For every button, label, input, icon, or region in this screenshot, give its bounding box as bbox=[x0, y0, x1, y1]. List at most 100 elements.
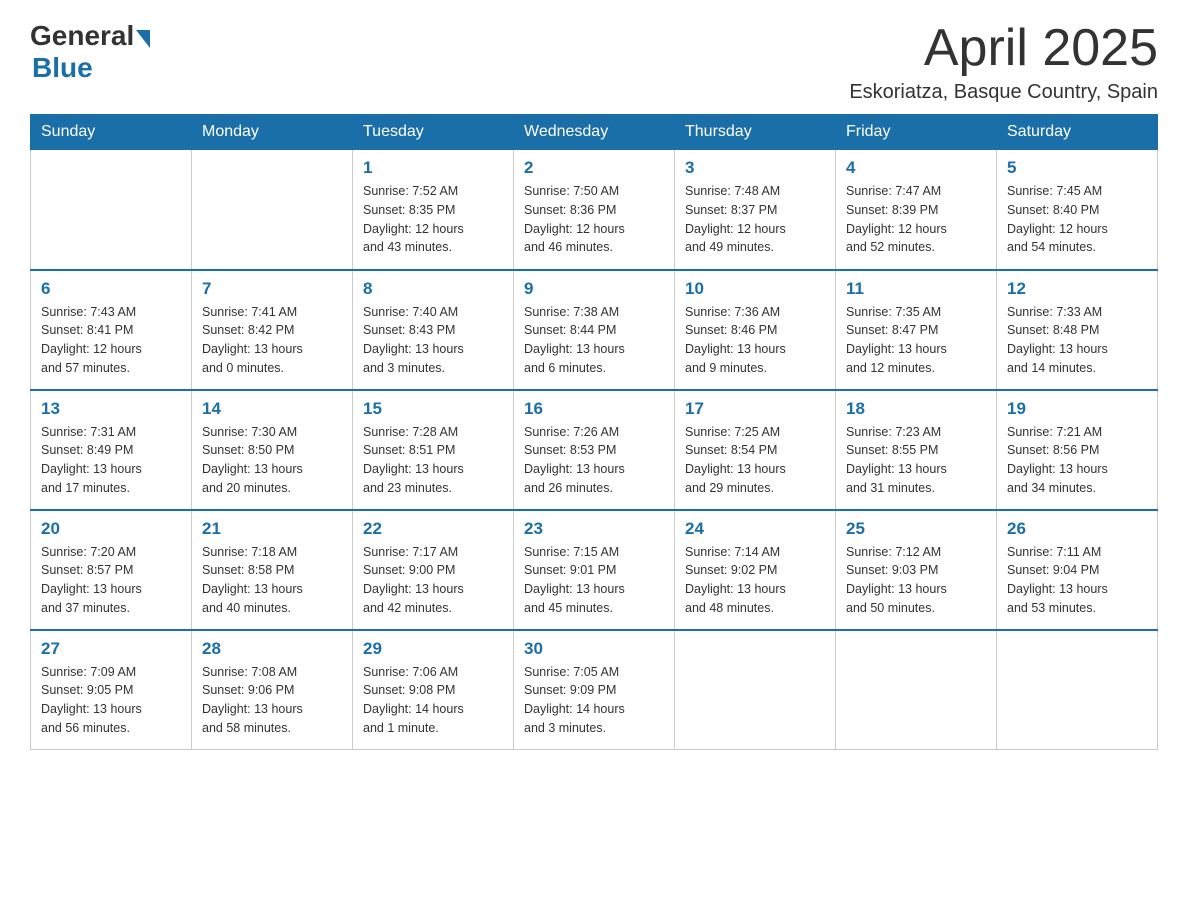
calendar-cell: 6 Sunrise: 7:43 AM Sunset: 8:41 PM Daylig… bbox=[31, 270, 192, 390]
day-number: 20 bbox=[41, 519, 181, 539]
day-number: 19 bbox=[1007, 399, 1147, 419]
day-info: Sunrise: 7:20 AM Sunset: 8:57 PM Dayligh… bbox=[41, 543, 181, 618]
weekday-header-saturday: Saturday bbox=[997, 115, 1158, 150]
calendar-cell: 13 Sunrise: 7:31 AM Sunset: 8:49 PM Dayli… bbox=[31, 390, 192, 510]
day-info: Sunrise: 7:36 AM Sunset: 8:46 PM Dayligh… bbox=[685, 303, 825, 378]
calendar-cell: 30Sunrise: 7:05 AM Sunset: 9:09 PM Dayli… bbox=[514, 630, 675, 750]
calendar-cell: 9 Sunrise: 7:38 AM Sunset: 8:44 PM Daylig… bbox=[514, 270, 675, 390]
calendar-cell: 3 Sunrise: 7:48 AM Sunset: 8:37 PM Daylig… bbox=[675, 150, 836, 270]
day-info: Sunrise: 7:31 AM Sunset: 8:49 PM Dayligh… bbox=[41, 423, 181, 498]
calendar-cell: 7 Sunrise: 7:41 AM Sunset: 8:42 PM Daylig… bbox=[192, 270, 353, 390]
day-number: 15 bbox=[363, 399, 503, 419]
day-info: Sunrise: 7:28 AM Sunset: 8:51 PM Dayligh… bbox=[363, 423, 503, 498]
day-number: 10 bbox=[685, 279, 825, 299]
weekday-header-row: SundayMondayTuesdayWednesdayThursdayFrid… bbox=[31, 115, 1158, 150]
day-number: 13 bbox=[41, 399, 181, 419]
day-info: Sunrise: 7:05 AM Sunset: 9:09 PM Dayligh… bbox=[524, 663, 664, 738]
weekday-header-sunday: Sunday bbox=[31, 115, 192, 150]
day-info: Sunrise: 7:25 AM Sunset: 8:54 PM Dayligh… bbox=[685, 423, 825, 498]
day-info: Sunrise: 7:08 AM Sunset: 9:06 PM Dayligh… bbox=[202, 663, 342, 738]
week-row-2: 6 Sunrise: 7:43 AM Sunset: 8:41 PM Daylig… bbox=[31, 270, 1158, 390]
logo-arrow-icon bbox=[136, 30, 150, 48]
calendar-table: SundayMondayTuesdayWednesdayThursdayFrid… bbox=[30, 114, 1158, 750]
day-number: 17 bbox=[685, 399, 825, 419]
calendar-cell bbox=[675, 630, 836, 750]
day-info: Sunrise: 7:11 AM Sunset: 9:04 PM Dayligh… bbox=[1007, 543, 1147, 618]
day-info: Sunrise: 7:06 AM Sunset: 9:08 PM Dayligh… bbox=[363, 663, 503, 738]
day-info: Sunrise: 7:12 AM Sunset: 9:03 PM Dayligh… bbox=[846, 543, 986, 618]
day-number: 22 bbox=[363, 519, 503, 539]
calendar-cell: 19 Sunrise: 7:21 AM Sunset: 8:56 PM Dayli… bbox=[997, 390, 1158, 510]
day-info: Sunrise: 7:09 AM Sunset: 9:05 PM Dayligh… bbox=[41, 663, 181, 738]
day-number: 29 bbox=[363, 639, 503, 659]
calendar-cell: 14 Sunrise: 7:30 AM Sunset: 8:50 PM Dayli… bbox=[192, 390, 353, 510]
calendar-cell: 16 Sunrise: 7:26 AM Sunset: 8:53 PM Dayli… bbox=[514, 390, 675, 510]
day-info: Sunrise: 7:30 AM Sunset: 8:50 PM Dayligh… bbox=[202, 423, 342, 498]
day-number: 18 bbox=[846, 399, 986, 419]
day-info: Sunrise: 7:43 AM Sunset: 8:41 PM Dayligh… bbox=[41, 303, 181, 378]
day-number: 9 bbox=[524, 279, 664, 299]
calendar-cell: 22 Sunrise: 7:17 AM Sunset: 9:00 PM Dayli… bbox=[353, 510, 514, 630]
weekday-header-monday: Monday bbox=[192, 115, 353, 150]
calendar-cell: 24Sunrise: 7:14 AM Sunset: 9:02 PM Dayli… bbox=[675, 510, 836, 630]
calendar-cell: 12 Sunrise: 7:33 AM Sunset: 8:48 PM Dayli… bbox=[997, 270, 1158, 390]
day-number: 3 bbox=[685, 158, 825, 178]
location-title: Eskoriatza, Basque Country, Spain bbox=[849, 81, 1158, 104]
calendar-cell: 15 Sunrise: 7:28 AM Sunset: 8:51 PM Dayli… bbox=[353, 390, 514, 510]
logo-general-text: General bbox=[30, 20, 134, 52]
calendar-cell: 18 Sunrise: 7:23 AM Sunset: 8:55 PM Dayli… bbox=[836, 390, 997, 510]
day-number: 1 bbox=[363, 158, 503, 178]
calendar-cell: 27Sunrise: 7:09 AM Sunset: 9:05 PM Dayli… bbox=[31, 630, 192, 750]
calendar-cell bbox=[31, 150, 192, 270]
day-number: 7 bbox=[202, 279, 342, 299]
month-title: April 2025 bbox=[849, 20, 1158, 77]
weekday-header-wednesday: Wednesday bbox=[514, 115, 675, 150]
calendar-cell: 23Sunrise: 7:15 AM Sunset: 9:01 PM Dayli… bbox=[514, 510, 675, 630]
calendar-cell bbox=[192, 150, 353, 270]
day-info: Sunrise: 7:52 AM Sunset: 8:35 PM Dayligh… bbox=[363, 182, 503, 257]
day-info: Sunrise: 7:33 AM Sunset: 8:48 PM Dayligh… bbox=[1007, 303, 1147, 378]
day-info: Sunrise: 7:18 AM Sunset: 8:58 PM Dayligh… bbox=[202, 543, 342, 618]
day-info: Sunrise: 7:26 AM Sunset: 8:53 PM Dayligh… bbox=[524, 423, 664, 498]
logo-blue-text: Blue bbox=[32, 52, 93, 84]
week-row-4: 20 Sunrise: 7:20 AM Sunset: 8:57 PM Dayli… bbox=[31, 510, 1158, 630]
day-info: Sunrise: 7:45 AM Sunset: 8:40 PM Dayligh… bbox=[1007, 182, 1147, 257]
day-info: Sunrise: 7:48 AM Sunset: 8:37 PM Dayligh… bbox=[685, 182, 825, 257]
day-number: 28 bbox=[202, 639, 342, 659]
day-info: Sunrise: 7:50 AM Sunset: 8:36 PM Dayligh… bbox=[524, 182, 664, 257]
week-row-1: 1 Sunrise: 7:52 AM Sunset: 8:35 PM Daylig… bbox=[31, 150, 1158, 270]
day-number: 25 bbox=[846, 519, 986, 539]
day-number: 6 bbox=[41, 279, 181, 299]
calendar-cell bbox=[836, 630, 997, 750]
weekday-header-friday: Friday bbox=[836, 115, 997, 150]
day-info: Sunrise: 7:41 AM Sunset: 8:42 PM Dayligh… bbox=[202, 303, 342, 378]
day-number: 21 bbox=[202, 519, 342, 539]
calendar-cell: 25 Sunrise: 7:12 AM Sunset: 9:03 PM Dayli… bbox=[836, 510, 997, 630]
day-info: Sunrise: 7:21 AM Sunset: 8:56 PM Dayligh… bbox=[1007, 423, 1147, 498]
day-number: 5 bbox=[1007, 158, 1147, 178]
calendar-cell: 8Sunrise: 7:40 AM Sunset: 8:43 PM Daylig… bbox=[353, 270, 514, 390]
calendar-cell: 11 Sunrise: 7:35 AM Sunset: 8:47 PM Dayli… bbox=[836, 270, 997, 390]
calendar-cell: 2 Sunrise: 7:50 AM Sunset: 8:36 PM Daylig… bbox=[514, 150, 675, 270]
day-info: Sunrise: 7:14 AM Sunset: 9:02 PM Dayligh… bbox=[685, 543, 825, 618]
title-section: April 2025 Eskoriatza, Basque Country, S… bbox=[849, 20, 1158, 104]
day-info: Sunrise: 7:23 AM Sunset: 8:55 PM Dayligh… bbox=[846, 423, 986, 498]
week-row-5: 27Sunrise: 7:09 AM Sunset: 9:05 PM Dayli… bbox=[31, 630, 1158, 750]
day-number: 4 bbox=[846, 158, 986, 178]
day-number: 2 bbox=[524, 158, 664, 178]
calendar-cell: 4Sunrise: 7:47 AM Sunset: 8:39 PM Daylig… bbox=[836, 150, 997, 270]
calendar-cell: 20 Sunrise: 7:20 AM Sunset: 8:57 PM Dayli… bbox=[31, 510, 192, 630]
weekday-header-thursday: Thursday bbox=[675, 115, 836, 150]
day-info: Sunrise: 7:15 AM Sunset: 9:01 PM Dayligh… bbox=[524, 543, 664, 618]
calendar-cell: 17 Sunrise: 7:25 AM Sunset: 8:54 PM Dayli… bbox=[675, 390, 836, 510]
day-info: Sunrise: 7:17 AM Sunset: 9:00 PM Dayligh… bbox=[363, 543, 503, 618]
day-info: Sunrise: 7:38 AM Sunset: 8:44 PM Dayligh… bbox=[524, 303, 664, 378]
day-info: Sunrise: 7:35 AM Sunset: 8:47 PM Dayligh… bbox=[846, 303, 986, 378]
calendar-cell: 21 Sunrise: 7:18 AM Sunset: 8:58 PM Dayli… bbox=[192, 510, 353, 630]
day-number: 16 bbox=[524, 399, 664, 419]
calendar-cell: 1 Sunrise: 7:52 AM Sunset: 8:35 PM Daylig… bbox=[353, 150, 514, 270]
day-number: 14 bbox=[202, 399, 342, 419]
day-number: 12 bbox=[1007, 279, 1147, 299]
logo: General Blue bbox=[30, 20, 150, 84]
day-number: 11 bbox=[846, 279, 986, 299]
